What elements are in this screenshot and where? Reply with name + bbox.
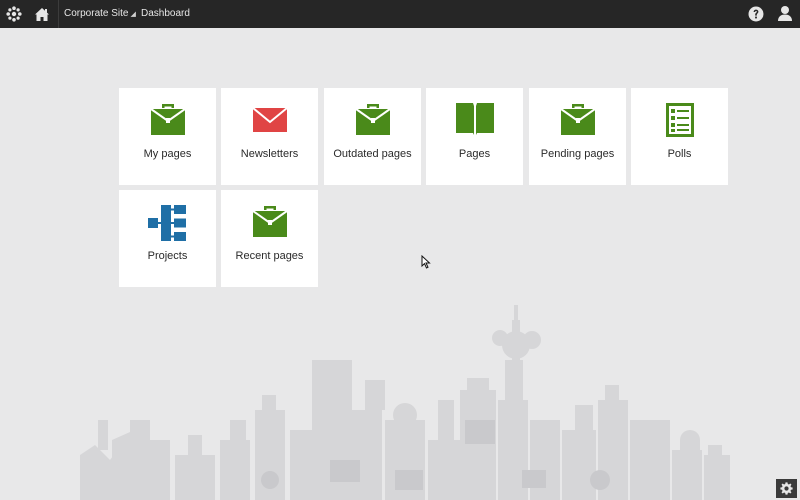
- envelope-icon: [221, 102, 318, 140]
- user-menu-button[interactable]: [777, 5, 793, 22]
- tile-label: Newsletters: [240, 148, 299, 160]
- mouse-cursor-icon: [421, 255, 431, 269]
- tile-label: Projects: [147, 250, 188, 262]
- help-icon: [748, 6, 764, 22]
- tile-label: Pages: [458, 148, 491, 160]
- logo-icon: [6, 6, 22, 22]
- settings-button[interactable]: [776, 479, 797, 498]
- briefcase-icon: [324, 102, 421, 140]
- topbar-divider: [58, 0, 59, 28]
- home-button[interactable]: [28, 0, 56, 28]
- tile-polls[interactable]: Polls: [631, 88, 728, 185]
- breadcrumb-dashboard[interactable]: Dashboard: [141, 0, 190, 28]
- tile-label: Polls: [667, 148, 692, 160]
- tile-my-pages[interactable]: My pages: [119, 88, 216, 185]
- tile-pending-pages[interactable]: Pending pages: [529, 88, 626, 185]
- top-bar: Corporate Site ◢ Dashboard: [0, 0, 800, 28]
- hierarchy-icon: [119, 204, 216, 242]
- tile-pages[interactable]: Pages: [426, 88, 523, 185]
- tile-label: Recent pages: [235, 250, 304, 262]
- briefcase-icon: [119, 102, 216, 140]
- tile-label: Outdated pages: [333, 148, 412, 160]
- user-icon: [778, 6, 792, 21]
- site-selector[interactable]: Corporate Site ◢: [64, 0, 136, 28]
- tile-outdated-pages[interactable]: Outdated pages: [324, 88, 421, 185]
- tile-label: My pages: [143, 148, 192, 160]
- tile-projects[interactable]: Projects: [119, 190, 216, 287]
- home-icon: [35, 7, 49, 21]
- app-logo[interactable]: [0, 0, 28, 28]
- gear-icon: [780, 482, 793, 495]
- caret-down-icon: ◢: [130, 11, 136, 18]
- site-selector-label: Corporate Site: [64, 8, 129, 19]
- tile-label: Pending pages: [540, 148, 615, 160]
- tile-newsletters[interactable]: Newsletters: [221, 88, 318, 185]
- briefcase-icon: [221, 204, 318, 242]
- briefcase-icon: [529, 102, 626, 140]
- checklist-icon: [631, 102, 728, 140]
- book-icon: [426, 102, 523, 140]
- help-button[interactable]: [748, 6, 764, 22]
- tile-recent-pages[interactable]: Recent pages: [221, 190, 318, 287]
